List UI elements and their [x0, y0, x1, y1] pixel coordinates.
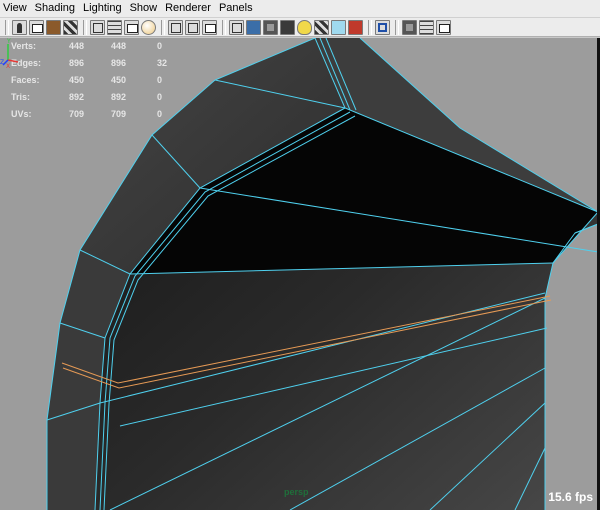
shadows-icon[interactable] — [297, 19, 312, 35]
camera-attributes-icon[interactable] — [29, 19, 44, 35]
menu-show[interactable]: Show — [126, 0, 162, 17]
toolbar-separator — [222, 19, 226, 35]
axis-y-label: Y — [6, 38, 11, 45]
wireframe-icon[interactable] — [202, 19, 217, 35]
hud-value: 32 — [157, 58, 168, 68]
xray-icon[interactable] — [375, 19, 390, 35]
playblast-icon[interactable] — [436, 19, 451, 35]
hud-value: 448 — [69, 41, 85, 51]
isolate-select-icon[interactable] — [348, 19, 363, 35]
screen-space-ao-icon[interactable] — [314, 19, 329, 35]
gate-mask-icon[interactable] — [185, 19, 200, 35]
menu-view[interactable]: View — [0, 0, 31, 17]
hud-row-tris: Tris: 892 892 0 — [11, 89, 187, 106]
textured-icon[interactable] — [263, 19, 278, 35]
hud-row-edges: Edges: 896 896 32 — [11, 55, 187, 72]
hud-row-faces: Faces: 450 450 0 — [11, 72, 187, 89]
xray-joints-icon[interactable] — [402, 19, 417, 35]
2d-pan-zoom-icon[interactable] — [90, 19, 105, 35]
smooth-shade-icon[interactable] — [229, 19, 244, 35]
axis-z-label: Z — [0, 59, 4, 66]
toolbar-separator — [395, 19, 399, 35]
resolution-gate-icon[interactable] — [168, 19, 183, 35]
wireframe-on-shaded-icon[interactable] — [246, 19, 261, 35]
toolbar-separator — [161, 19, 165, 35]
hud-row-uvs: UVs: 709 709 0 — [11, 106, 187, 123]
menu-panels[interactable]: Panels — [215, 0, 257, 17]
use-all-lights-icon[interactable] — [280, 19, 295, 35]
hud-value: 892 — [69, 92, 85, 102]
hud-value: 0 — [157, 75, 163, 85]
hud-value: 892 — [111, 92, 127, 102]
panel-toolbar — [0, 18, 600, 37]
toolbar-separator — [368, 19, 372, 35]
menu-lighting[interactable]: Lighting — [79, 0, 126, 17]
fps-readout: 15.6 fps — [548, 490, 593, 504]
poly-count-hud: Verts: 448 448 0 Edges: 896 896 32 Faces… — [11, 38, 187, 123]
hud-value: 450 — [69, 75, 85, 85]
film-gate-icon[interactable] — [141, 19, 156, 35]
bookmark-icon[interactable] — [46, 19, 61, 35]
motion-blur-icon[interactable] — [331, 19, 346, 35]
toolbar-separator — [83, 19, 87, 35]
toolbar-separator — [5, 19, 9, 35]
hud-label: UVs: — [11, 109, 32, 119]
hud-value: 709 — [111, 109, 127, 119]
hud-value: 896 — [69, 58, 85, 68]
hud-value: 0 — [157, 109, 163, 119]
axis-x-label: X — [6, 63, 10, 68]
camera-select-icon[interactable] — [12, 19, 27, 35]
hud-value: 448 — [111, 41, 127, 51]
hud-label: Faces: — [11, 75, 40, 85]
grease-pencil-icon[interactable] — [107, 19, 122, 35]
perspective-viewport[interactable]: Verts: 448 448 0 Edges: 896 896 32 Faces… — [0, 38, 600, 510]
hud-value: 0 — [157, 92, 163, 102]
menu-renderer[interactable]: Renderer — [161, 0, 215, 17]
panel-menu-bar: View Shading Lighting Show Renderer Pane… — [0, 0, 600, 18]
hud-value: 896 — [111, 58, 127, 68]
hud-row-verts: Verts: 448 448 0 — [11, 38, 187, 55]
axis-gizmo-icon: Y Z X — [0, 38, 19, 68]
grid-icon[interactable] — [124, 19, 139, 35]
camera-name-label: persp — [284, 487, 309, 497]
hud-value: 709 — [69, 109, 85, 119]
hud-label: Tris: — [11, 92, 31, 102]
xray-components-icon[interactable] — [419, 19, 434, 35]
menu-shading[interactable]: Shading — [31, 0, 79, 17]
image-plane-icon[interactable] — [63, 19, 78, 35]
hud-value: 450 — [111, 75, 127, 85]
hud-value: 0 — [157, 41, 163, 51]
